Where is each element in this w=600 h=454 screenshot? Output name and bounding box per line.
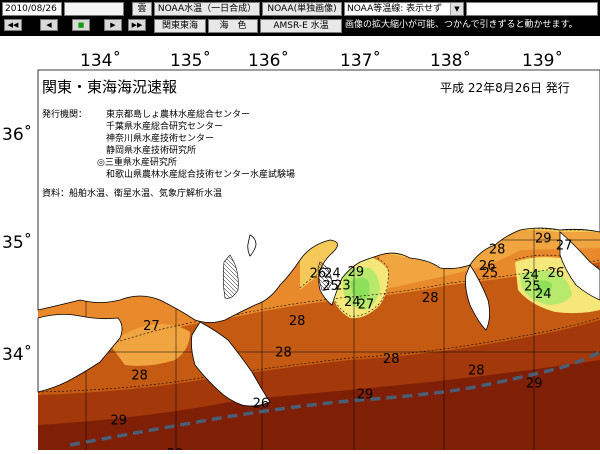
isotherm-label: 26 — [548, 266, 565, 281]
isotherm-label: 24 — [344, 295, 361, 310]
isotherm-label: 23 — [334, 278, 351, 293]
date-spacer-field[interactable] — [64, 2, 124, 16]
issuer-item: 千葉県水産総合研究センター — [106, 120, 223, 132]
isotherm-label: 27 — [556, 238, 573, 253]
isotherm-label: 29 — [535, 232, 552, 247]
noaa-single-image-button[interactable]: NOAA(単独画像) — [262, 2, 342, 16]
isotherm-label: 28 — [468, 364, 485, 379]
isotherm-label: 28 — [289, 314, 306, 329]
help-text: 画像の拡大縮小が可能、つかんで引きずると動かせます。 — [345, 20, 578, 30]
issuer-label: 発行機関： — [42, 108, 87, 120]
last-frame-button[interactable]: ▶▶ — [128, 19, 146, 31]
latitude-label: 36˚ — [2, 124, 32, 145]
latitude-label: 35˚ — [2, 232, 32, 253]
isotherm-select-value: NOAA等温線: 表示せず — [347, 4, 443, 14]
isotherm-label: 29 — [357, 388, 374, 403]
isotherm-label: 28 — [422, 291, 439, 306]
longitude-label: 135˚ — [170, 50, 211, 71]
sources-note: 資料：船舶水温、衛星水温、気象庁解析水温 — [42, 187, 222, 199]
isotherm-label: 29 — [526, 377, 543, 392]
sst-map[interactable]: 134˚ 135˚ 136˚ 137˚ 138˚ 139˚ 36˚ 35˚ 34… — [0, 36, 600, 454]
longitude-label: 134˚ — [80, 50, 121, 71]
isotherm-label: 24 — [535, 287, 552, 302]
isotherm-label: 27 — [143, 319, 160, 334]
isotherm-label: 29 — [111, 413, 128, 428]
longitude-labels: 134˚ 135˚ 136˚ 137˚ 138˚ 139˚ — [80, 50, 563, 71]
isotherm-label: 28 — [131, 369, 148, 384]
issuer-item: 和歌山県農林水産総合技術センター水産試験場 — [106, 168, 295, 180]
isotherm-select[interactable]: NOAA等温線: 表示せず ▼ — [344, 2, 464, 16]
amsr-e-sst-button[interactable]: AMSR-E 水温 — [260, 19, 342, 33]
issuer-item: 東京都島しょ農林水産総合センター — [106, 108, 250, 120]
report-date: 平成 22年8月26日 発行 — [440, 81, 570, 95]
issuer-item: ◎三重県水産研究所 — [97, 156, 177, 168]
isotherm-label: 25 — [482, 266, 499, 281]
first-frame-button[interactable]: ◀◀ — [4, 19, 22, 31]
longitude-label: 136˚ — [248, 50, 289, 71]
isotherm-label: 28 — [489, 243, 506, 258]
isotherm-label: 26 — [253, 397, 270, 412]
next-frame-button[interactable]: ▶ — [104, 19, 122, 31]
longitude-label: 139˚ — [522, 50, 563, 71]
ocean-color-button[interactable]: 海 色 — [208, 19, 258, 33]
date-input[interactable]: 2010/08/26 — [2, 2, 62, 16]
longitude-label: 138˚ — [430, 50, 471, 71]
latitude-labels: 36˚ 35˚ 34˚ — [2, 124, 32, 365]
issuer-item: 神奈川県水産技術センター — [106, 132, 214, 144]
isotherm-label: 28 — [383, 352, 400, 367]
report-title: 関東・東海海況速報 — [42, 78, 177, 96]
chevron-down-icon: ▼ — [450, 3, 463, 15]
stop-button[interactable]: ■ — [72, 19, 90, 31]
noaa-daily-composite-button[interactable]: NOAA水温（一日合成） — [154, 2, 260, 16]
kanto-tokai-button[interactable]: 関東東海 — [154, 19, 206, 33]
latitude-label: 34˚ — [2, 344, 32, 365]
toolbar: 2010/08/26 雲 NOAA水温（一日合成） NOAA(単独画像) NOA… — [0, 0, 600, 36]
issuer-item: 静岡県水産技術研究所 — [106, 144, 196, 156]
isotherm-label: 28 — [275, 345, 292, 360]
status-field — [466, 2, 598, 16]
prev-frame-button[interactable]: ◀ — [40, 19, 58, 31]
map-area[interactable]: 134˚ 135˚ 136˚ 137˚ 138˚ 139˚ 36˚ 35˚ 34… — [0, 36, 600, 454]
cloud-button[interactable]: 雲 — [132, 2, 152, 16]
longitude-label: 137˚ — [340, 50, 381, 71]
